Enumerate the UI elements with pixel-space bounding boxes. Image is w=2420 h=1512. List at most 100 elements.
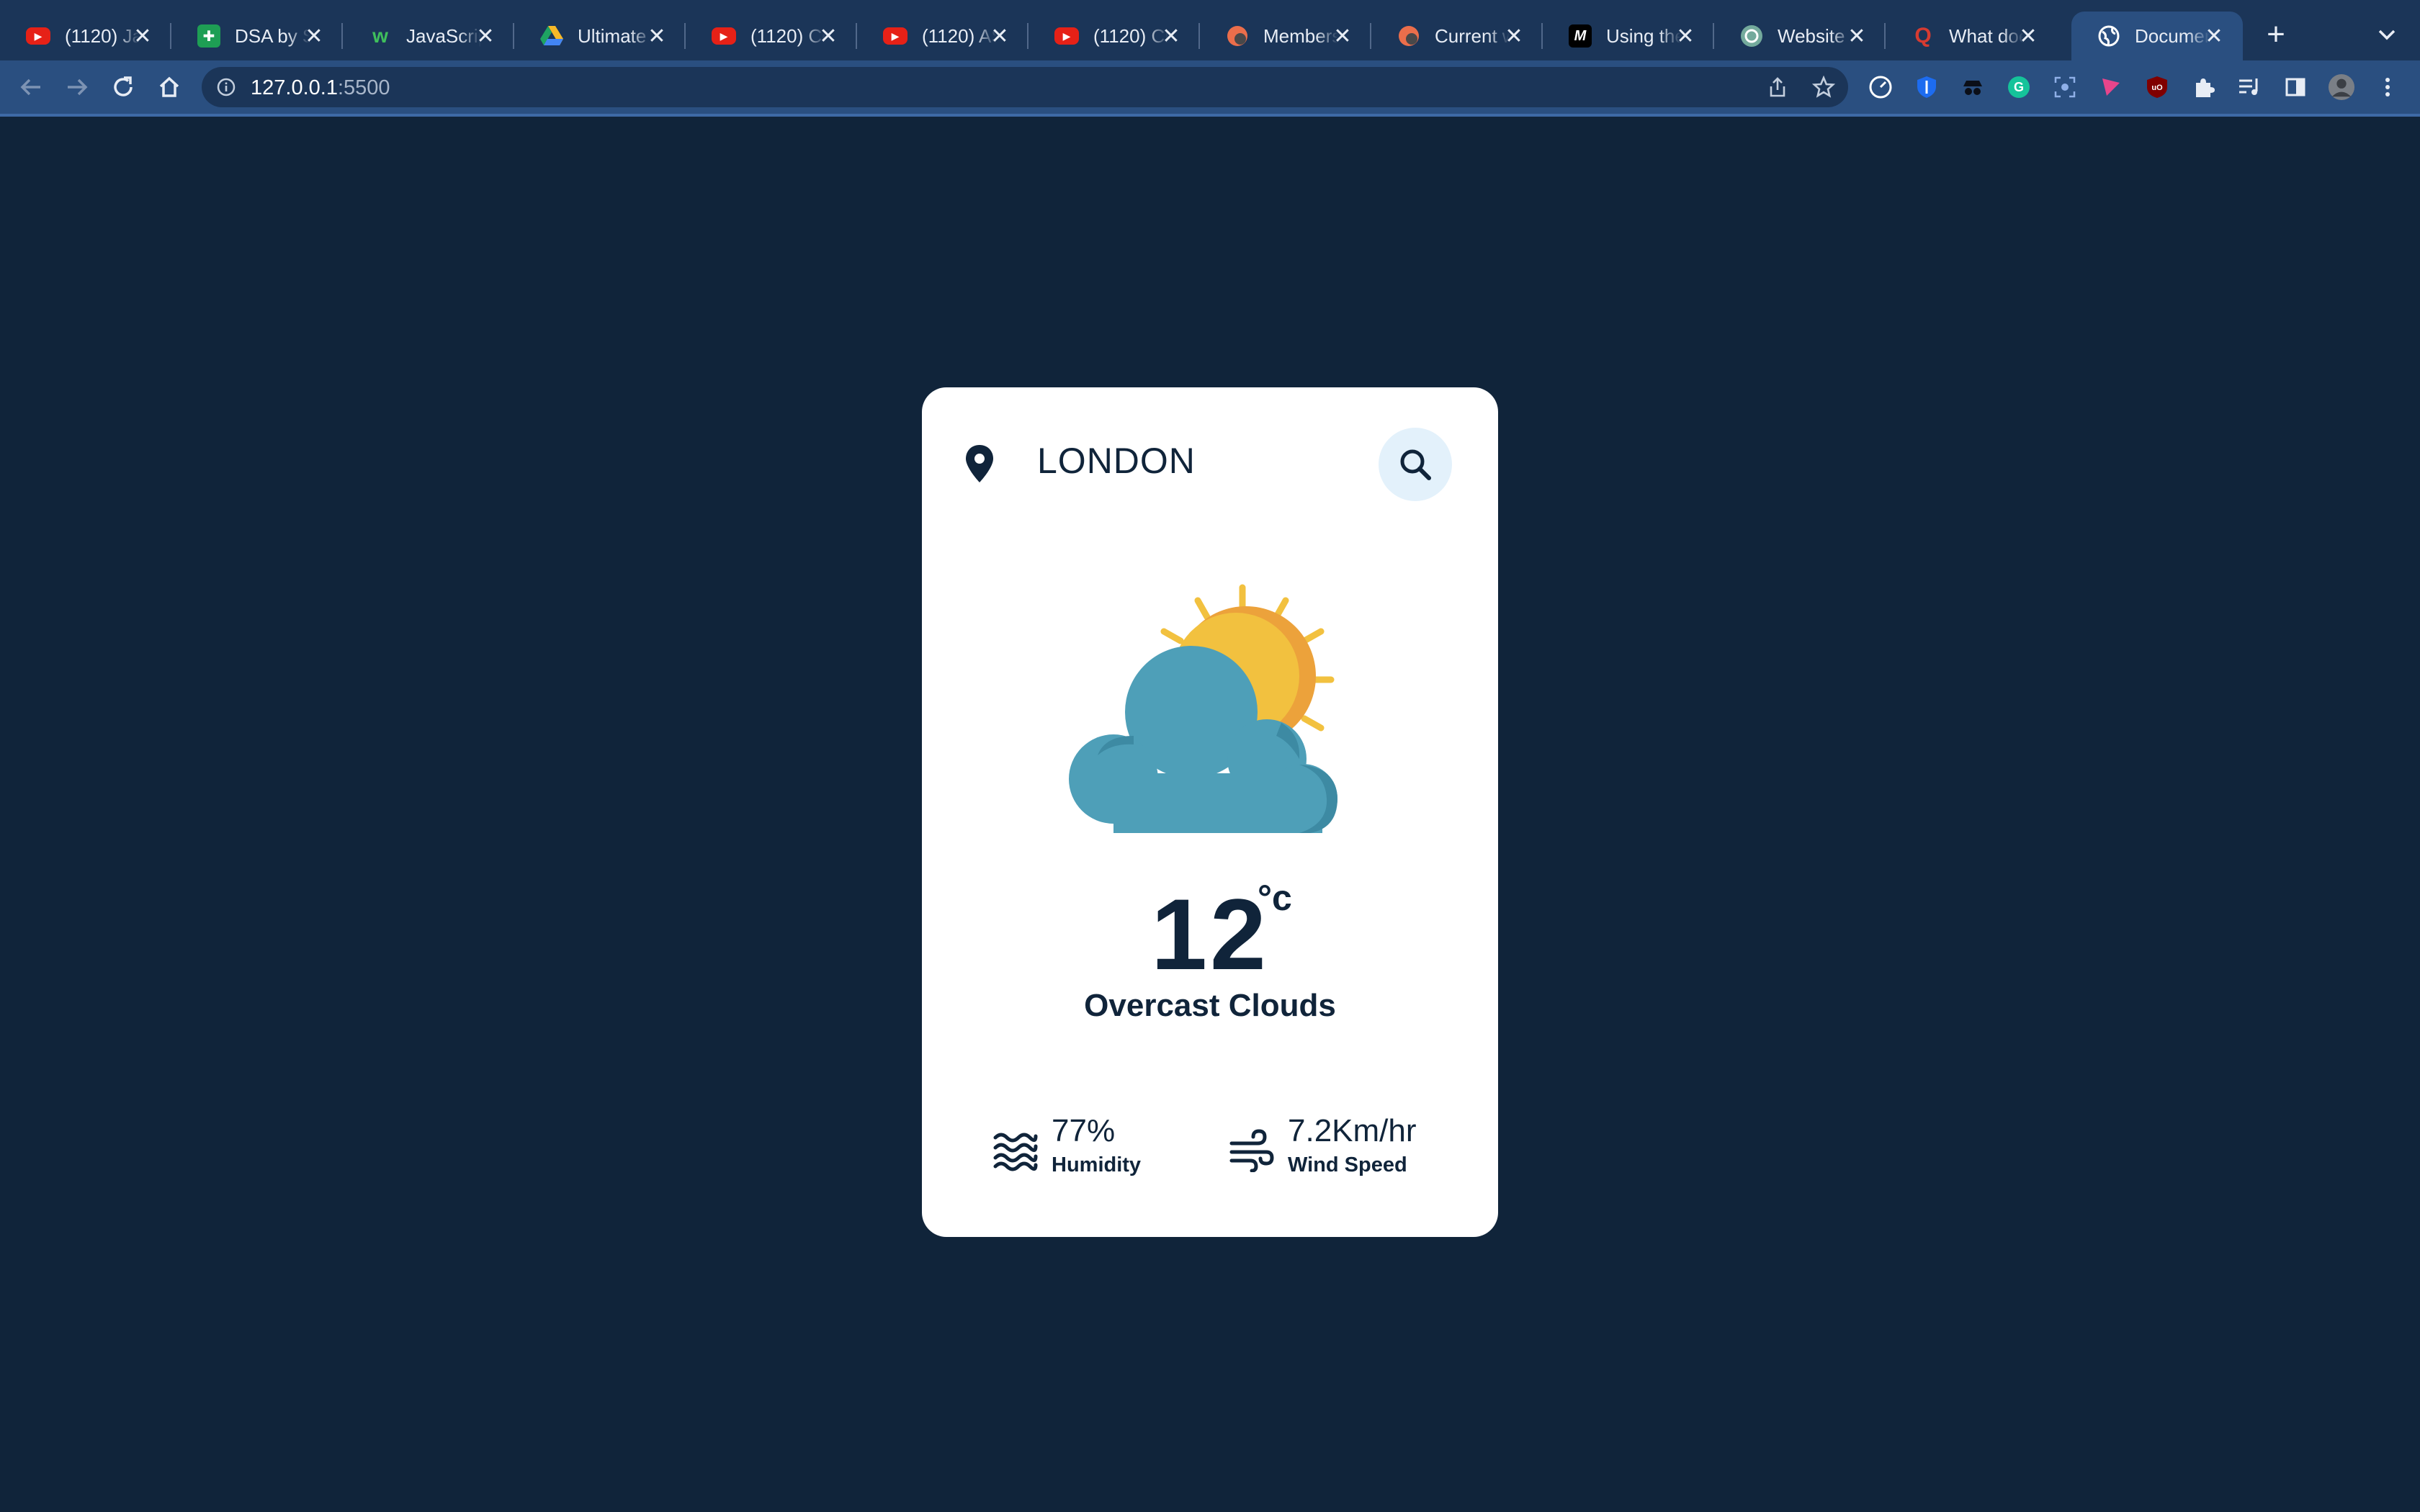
shield-icon[interactable] (1913, 73, 1940, 101)
svg-text:G: G (2014, 80, 2024, 94)
tab-title: (1120) JavaScript (65, 24, 140, 47)
share-icon[interactable] (1766, 76, 1789, 99)
youtube-icon: ▶ (26, 27, 50, 45)
humidity-value: 77% (1052, 1113, 1116, 1148)
reload-icon (114, 76, 133, 96)
close-tab-icon[interactable]: ✕ (1501, 23, 1527, 49)
back-button[interactable] (14, 71, 48, 104)
arrow-left-icon (20, 78, 40, 96)
screenshot-extension-icon[interactable] (2051, 73, 2079, 101)
openweather-icon (1226, 24, 1249, 48)
media-queue-icon[interactable] (2236, 73, 2263, 101)
temperature-unit: °c (1258, 878, 1292, 918)
search-icon (1400, 449, 1431, 480)
chrome-menu-button[interactable] (2374, 73, 2401, 101)
tab-title: DSA by Shradha (235, 24, 310, 47)
reload-button[interactable] (107, 71, 140, 104)
location-pin-icon (966, 445, 993, 482)
url-host: 127.0.0.1 (251, 76, 338, 99)
w3schools-icon: w (372, 24, 388, 47)
tab-mdn-using-the[interactable]: M Using the ✕ (1543, 12, 1714, 60)
close-tab-icon[interactable]: ✕ (130, 23, 156, 49)
tab-title: Members (1263, 24, 1338, 47)
tab-search-button[interactable] (2374, 22, 2400, 48)
tab-title: Website Preview (1778, 24, 1852, 47)
tab-youtube-create[interactable]: ▶ (1120) Create ✕ (1028, 12, 1200, 60)
new-tab-button[interactable]: + (2260, 19, 2292, 50)
close-tab-icon[interactable]: ✕ (1672, 23, 1698, 49)
tab-title: Ultimate JavaScript (578, 24, 653, 47)
forward-button[interactable] (60, 71, 94, 104)
tab-current-weather[interactable]: Current weather ✕ (1371, 12, 1543, 60)
spy-extension-icon[interactable] (1959, 73, 1986, 101)
openweather-icon (1397, 24, 1420, 48)
browser-toolbar: 127.0.0.1:5500 G uO (0, 60, 2420, 117)
extensions-puzzle-icon[interactable] (2190, 73, 2217, 101)
google-sheets-icon: ✚ (197, 24, 220, 48)
ublock-icon[interactable]: uO (2143, 73, 2171, 101)
tab-youtube-javascript[interactable]: ▶ (1120) JavaScript ✕ (0, 12, 171, 60)
wind-icon (1229, 1129, 1274, 1172)
close-tab-icon[interactable]: ✕ (644, 23, 670, 49)
tab-quora-what-does[interactable]: Q What does ✕ (1886, 12, 2057, 60)
speed-dial-extension-icon[interactable] (1867, 73, 1894, 101)
humidity-label: Humidity (1052, 1153, 1142, 1176)
tab-title: (1120) Complete (750, 24, 825, 47)
chatgpt-icon (1740, 24, 1763, 48)
arrow-right-icon (68, 78, 88, 96)
tab-youtube-asmr[interactable]: ▶ (1120) ASMR ✕ (857, 12, 1028, 60)
address-bar[interactable]: 127.0.0.1:5500 (202, 67, 1848, 107)
home-button[interactable] (153, 71, 186, 104)
info-icon[interactable] (216, 77, 236, 97)
close-tab-icon[interactable]: ✕ (2201, 23, 2227, 49)
tab-google-drive[interactable]: Ultimate JavaScript ✕ (514, 12, 686, 60)
tab-title: (1120) Create (1093, 24, 1168, 47)
flag-extension-icon[interactable] (2097, 73, 2125, 101)
search-button[interactable] (1379, 428, 1452, 501)
tab-youtube-complete[interactable]: ▶ (1120) Complete ✕ (686, 12, 857, 60)
tab-title: (1120) ASMR (922, 24, 997, 47)
close-tab-icon[interactable]: ✕ (1158, 23, 1184, 49)
mdn-icon: M (1569, 24, 1592, 48)
close-tab-icon[interactable]: ✕ (815, 23, 841, 49)
svg-text:uO: uO (2151, 84, 2163, 92)
tab-title: Current weather (1435, 24, 1510, 47)
tab-title: Document (2135, 24, 2210, 47)
close-tab-icon[interactable]: ✕ (472, 23, 498, 49)
close-tab-icon[interactable]: ✕ (1330, 23, 1355, 49)
weather-description: Overcast Clouds (1084, 988, 1336, 1023)
toolbar-divider (0, 114, 2420, 117)
close-tab-icon[interactable]: ✕ (987, 23, 1013, 49)
close-tab-icon[interactable]: ✕ (1844, 23, 1870, 49)
weather-card: LONDON 12 °c Overcast Clouds 77% Humidit… (922, 387, 1498, 1237)
tab-title: JavaScript (406, 24, 481, 47)
quora-icon: Q (1914, 24, 1932, 48)
tab-website-preview[interactable]: Website Preview ✕ (1714, 12, 1886, 60)
temperature-display: 12 °c (922, 878, 1498, 985)
bookmark-star-icon[interactable] (1812, 76, 1835, 99)
youtube-icon: ▶ (1054, 27, 1079, 45)
wind-speed-label: Wind Speed (1288, 1153, 1407, 1176)
profile-avatar[interactable] (2328, 73, 2355, 101)
home-icon (159, 76, 179, 97)
humidity-waves-icon (993, 1133, 1038, 1171)
grammarly-icon[interactable]: G (2005, 73, 2033, 101)
partly-cloudy-sun-icon (1069, 584, 1337, 833)
chevron-down-icon (2378, 30, 2396, 40)
tab-members[interactable]: Members ✕ (1200, 12, 1371, 60)
side-panel-icon[interactable] (2282, 73, 2309, 101)
wind-speed-value: 7.2Km/hr (1288, 1113, 1417, 1148)
tab-title: What does (1949, 24, 2024, 47)
tab-document-active[interactable]: Document ✕ (2071, 12, 2243, 60)
tab-strip: ▶ (1120) JavaScript ✕ ✚ DSA by Shradha ✕… (0, 0, 2420, 60)
tab-w3schools-javascript[interactable]: w JavaScript ✕ (343, 12, 514, 60)
url-text: 127.0.0.1:5500 (251, 76, 390, 100)
tab-title: Using the (1606, 24, 1681, 47)
tab-dsa-sheet[interactable]: ✚ DSA by Shradha ✕ (171, 12, 343, 60)
humidity-stat: 77% Humidity (992, 1113, 1180, 1178)
youtube-icon: ▶ (712, 27, 736, 45)
youtube-icon: ▶ (883, 27, 908, 45)
close-tab-icon[interactable]: ✕ (2015, 23, 2041, 49)
close-tab-icon[interactable]: ✕ (301, 23, 327, 49)
city-name[interactable]: LONDON (1037, 440, 1196, 482)
